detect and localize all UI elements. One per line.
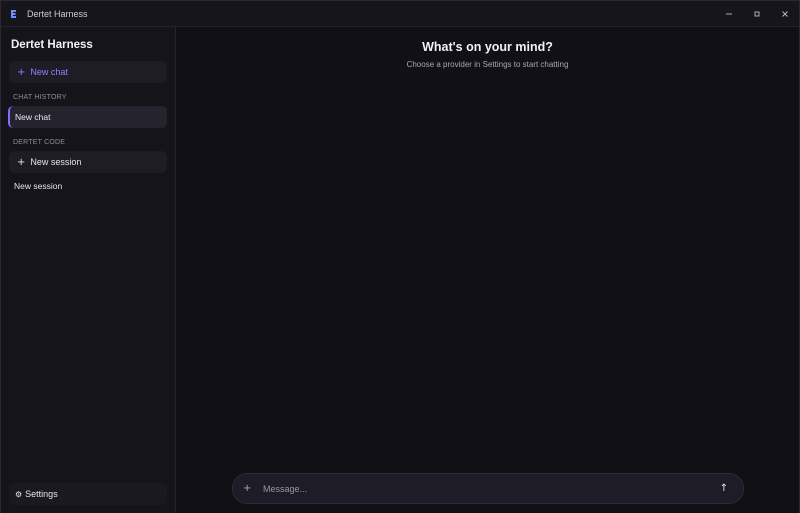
app-logo-icon — [9, 9, 19, 19]
new-chat-button[interactable]: + New chat — [9, 61, 167, 83]
session-item[interactable]: New session — [14, 181, 62, 191]
message-composer: + ↑ — [232, 473, 744, 504]
window-title: Dertet Harness — [27, 8, 88, 19]
chat-history-heading: CHAT HISTORY — [13, 94, 67, 101]
minimize-button[interactable] — [715, 1, 743, 26]
settings-label: Settings — [25, 489, 58, 499]
title-bar: Dertet Harness — [1, 1, 799, 27]
attach-button[interactable]: + — [243, 474, 251, 503]
plus-icon: + — [17, 156, 26, 168]
sidebar: Dertet Harness + New chat CHAT HISTORY N… — [1, 27, 176, 513]
new-session-label: New session — [30, 157, 82, 167]
code-section-heading: DERTET CODE — [13, 139, 66, 146]
chat-history-item[interactable]: New chat — [8, 106, 167, 128]
window-controls — [715, 1, 799, 26]
maximize-icon — [754, 11, 760, 16]
main-panel: What's on your mind? Choose a provider i… — [176, 27, 799, 513]
page-subtitle: Choose a provider in Settings to start c… — [406, 60, 569, 69]
plus-icon: + — [243, 483, 252, 494]
gear-icon: ⚙ — [15, 489, 23, 499]
chat-history-item-label: New chat — [15, 112, 51, 122]
send-button[interactable]: ↑ — [713, 478, 735, 499]
maximize-button[interactable] — [743, 1, 771, 26]
close-icon — [782, 10, 788, 17]
close-button[interactable] — [771, 1, 799, 26]
arrow-up-icon: ↑ — [719, 483, 729, 494]
new-chat-label: New chat — [30, 67, 68, 77]
settings-button[interactable]: ⚙ Settings — [9, 483, 167, 505]
new-session-button[interactable]: + New session — [9, 151, 167, 173]
page-title: What's on your mind? — [422, 40, 553, 54]
sidebar-brand: Dertet Harness — [11, 39, 93, 51]
plus-icon: + — [17, 66, 26, 78]
message-input[interactable] — [263, 478, 703, 499]
minimize-icon — [726, 13, 732, 14]
app-window: Dertet Harness Dertet Harness + New chat… — [0, 0, 800, 513]
